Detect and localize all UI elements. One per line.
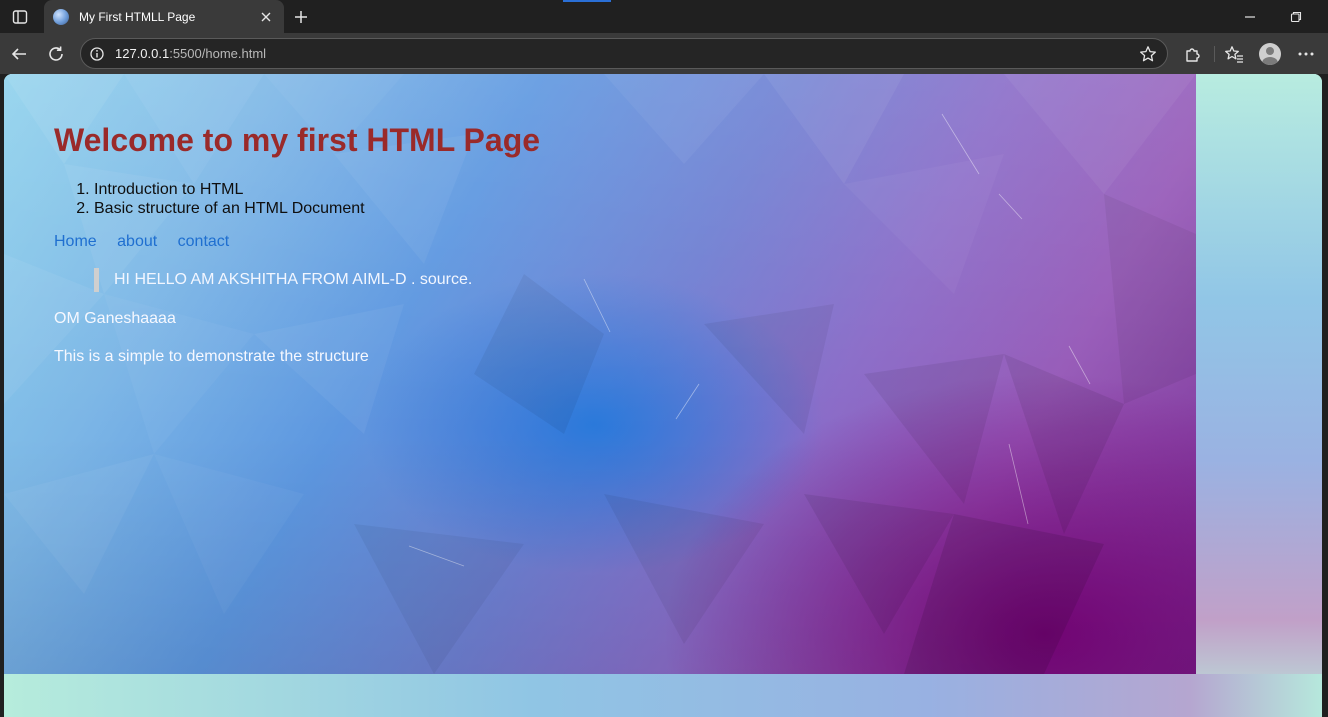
puzzle-icon[interactable] (1180, 41, 1206, 67)
refresh-icon[interactable] (43, 41, 69, 67)
nav-link-home[interactable]: Home (54, 233, 97, 250)
browser-tab[interactable]: My First HTMLL Page (44, 0, 284, 33)
nav-link-about[interactable]: about (117, 233, 157, 250)
topic-list: Introduction to HTML Basic structure of … (54, 180, 365, 218)
page-viewport: Welcome to my first HTML Page Introducti… (4, 74, 1322, 717)
globe-icon (53, 8, 69, 25)
paragraph-description: This is a simple to demonstrate the stru… (54, 348, 369, 365)
list-item: Basic structure of an HTML Document (94, 199, 365, 218)
list-item: Introduction to HTML (94, 180, 365, 199)
plus-icon[interactable] (290, 6, 312, 28)
profile-head (1266, 47, 1274, 55)
paragraph-greeting: OM Ganeshaaaa (54, 310, 176, 327)
page-content: Welcome to my first HTML Page Introducti… (4, 74, 1196, 674)
back-arrow-icon[interactable] (6, 41, 32, 67)
info-icon[interactable] (89, 46, 105, 62)
url-host: 127.0.0.1 (115, 46, 170, 61)
sidebar-icon[interactable] (10, 7, 30, 27)
browser-toolbar: 127.0.0.1:5500/home.html (0, 33, 1328, 74)
toolbar-divider (1214, 46, 1215, 62)
page-title: Welcome to my first HTML Page (54, 122, 541, 158)
address-bar[interactable]: 127.0.0.1:5500/home.html (80, 38, 1168, 69)
favorites-icon[interactable] (1221, 41, 1247, 67)
title-bar-accent (563, 0, 611, 2)
restore-icon[interactable] (1283, 4, 1309, 30)
url-path: :5500/home.html (169, 46, 267, 61)
title-bar: My First HTMLL Page (0, 0, 1328, 33)
close-icon[interactable] (256, 7, 276, 27)
background-bottom (4, 674, 1322, 717)
url-text[interactable]: 127.0.0.1:5500/home.html (115, 46, 266, 61)
more-icon[interactable] (1293, 41, 1319, 67)
nav-links: Home about contact (54, 233, 245, 251)
profile-icon[interactable] (1259, 43, 1281, 65)
background-right (1196, 74, 1322, 717)
tab-title: My First HTMLL Page (79, 9, 196, 24)
profile-shoulders (1262, 57, 1278, 65)
blockquote: HI HELLO AM AKSHITHA FROM AIML-D . sourc… (94, 268, 472, 292)
nav-link-contact[interactable]: contact (178, 233, 230, 250)
minimize-icon[interactable] (1237, 4, 1263, 30)
star-icon[interactable] (1139, 45, 1157, 63)
